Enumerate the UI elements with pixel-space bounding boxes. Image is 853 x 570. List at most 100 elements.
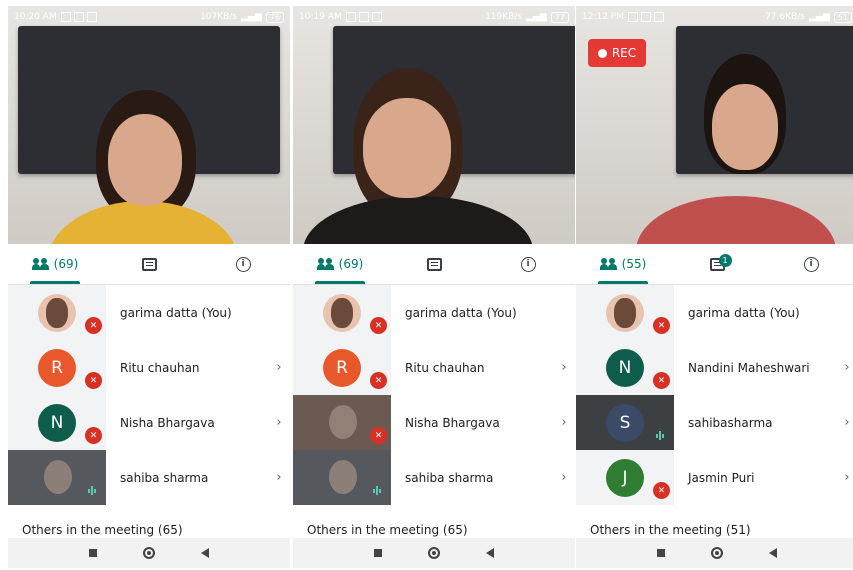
speaking-indicator-icon	[88, 486, 100, 495]
participant-thumbnail: R ✕	[293, 340, 391, 395]
back-button[interactable]	[201, 548, 209, 558]
tab-info[interactable]: i	[764, 244, 853, 284]
participant-thumbnail	[293, 450, 391, 505]
participant-row[interactable]: R ✕ Ritu chauhan ›	[8, 340, 290, 395]
speaker-face	[363, 98, 451, 198]
participant-row[interactable]: R ✕ Ritu chauhan ›	[293, 340, 575, 395]
chevron-right-icon[interactable]: ›	[553, 470, 575, 485]
mic-off-icon: ✕	[85, 372, 102, 389]
participant-list: ✕ garima datta (You) R ✕ Ritu chauhan › N ✕ Nish…	[8, 285, 290, 505]
meeting-tabs: (69) i	[293, 244, 575, 285]
participant-thumbnail: S	[576, 395, 674, 450]
back-button[interactable]	[486, 548, 494, 558]
home-button[interactable]	[711, 547, 723, 559]
status-time: 10:20 AM	[14, 12, 57, 22]
participant-avatar: N	[606, 348, 644, 387]
mic-off-icon: ✕	[370, 427, 387, 444]
participant-thumbnail: N ✕	[8, 395, 106, 450]
home-button[interactable]	[428, 547, 440, 559]
participant-row[interactable]: ✕ garima datta (You)	[8, 285, 290, 340]
network-speed: 77.6KB/s	[765, 12, 806, 22]
others-in-meeting-header: Others in the meeting (51)	[590, 523, 751, 537]
chevron-right-icon[interactable]: ›	[553, 415, 575, 430]
participant-name: sahiba sharma	[120, 470, 209, 485]
participant-thumbnail: ✕	[293, 395, 391, 450]
chevron-right-icon[interactable]: ›	[268, 415, 290, 430]
participant-row[interactable]: N ✕ Nandini Maheshwari ›	[576, 340, 853, 395]
participant-row[interactable]: Ssahibasharma ›	[576, 395, 853, 450]
main-video[interactable]	[293, 6, 575, 244]
tab-people[interactable]: (69)	[8, 244, 102, 284]
participant-row[interactable]: ✕ garima datta (You)	[293, 285, 575, 340]
participant-video-face	[329, 460, 357, 494]
speaker-face	[712, 84, 778, 170]
avatar-letter: S	[619, 412, 631, 433]
android-nav-bar	[293, 538, 575, 568]
participant-list: ✕ garima datta (You) N ✕ Nandini Maheshwari ›…	[576, 285, 853, 505]
participant-thumbnail: N ✕	[576, 340, 674, 395]
chevron-right-icon[interactable]: ›	[268, 470, 290, 485]
meet-phone-3: 12:12 PM 77.6KB/s ▂▄▆ 51 REC (55) 1 i ✕ garima da…	[576, 6, 853, 568]
chevron-right-icon[interactable]: ›	[836, 360, 853, 375]
participant-name: Nisha Bhargava	[120, 415, 215, 430]
participant-list: ✕ garima datta (You) R ✕ Ritu chauhan › ✕ Nisha…	[293, 285, 575, 505]
mic-off-icon: ✕	[653, 317, 670, 334]
app-icon	[654, 12, 664, 22]
mic-off-icon: ✕	[653, 372, 670, 389]
participant-name: Nandini Maheshwari	[688, 360, 810, 375]
network-speed: 119KB/s	[485, 12, 523, 22]
participant-row[interactable]: sahiba sharma ›	[8, 450, 290, 505]
chevron-right-icon[interactable]: ›	[553, 360, 575, 375]
info-icon: i	[803, 256, 819, 272]
participant-row[interactable]: sahiba sharma ›	[293, 450, 575, 505]
notification-icon	[60, 12, 71, 22]
people-count: (69)	[338, 257, 364, 271]
mic-off-icon: ✕	[85, 427, 102, 444]
speaking-indicator-icon	[373, 486, 385, 495]
meeting-tabs: (55) 1 i	[576, 244, 853, 285]
status-right: 107KB/s ▂▄▆ 76	[200, 11, 284, 23]
recents-button[interactable]	[89, 549, 97, 557]
avatar-letter: R	[51, 357, 63, 378]
back-button[interactable]	[769, 548, 777, 558]
participant-row[interactable]: ✕ garima datta (You)	[576, 285, 853, 340]
info-icon: i	[235, 256, 251, 272]
avatar-letter: N	[50, 412, 64, 433]
signal-icon: ▂▄▆	[241, 12, 262, 22]
participant-row[interactable]: ✕ Nisha Bhargava ›	[293, 395, 575, 450]
record-dot-icon	[597, 48, 607, 58]
tab-info[interactable]: i	[481, 244, 575, 284]
recents-button[interactable]	[657, 549, 665, 557]
avatar-photo	[331, 297, 353, 328]
others-in-meeting-header: Others in the meeting (65)	[22, 523, 183, 537]
main-video[interactable]	[8, 6, 290, 244]
participant-avatar	[38, 293, 76, 332]
avatar-letter: R	[336, 357, 348, 378]
avatar-photo	[46, 297, 68, 328]
participant-video-face	[329, 405, 357, 439]
chat-badge: 1	[718, 253, 732, 267]
chat-icon	[426, 257, 442, 271]
chevron-right-icon[interactable]: ›	[268, 360, 290, 375]
tab-chat[interactable]	[387, 244, 481, 284]
recording-badge: REC	[588, 39, 646, 67]
chevron-right-icon[interactable]: ›	[836, 415, 853, 430]
tab-people[interactable]: (69)	[293, 244, 387, 284]
mic-off-icon: ✕	[85, 317, 102, 334]
home-button[interactable]	[143, 547, 155, 559]
tab-chat[interactable]: 1	[670, 244, 764, 284]
tab-people[interactable]: (55)	[576, 244, 670, 284]
participant-row[interactable]: N ✕ Nisha Bhargava ›	[8, 395, 290, 450]
chevron-right-icon[interactable]: ›	[836, 470, 853, 485]
tab-info[interactable]: i	[196, 244, 290, 284]
participant-video-face	[44, 460, 72, 494]
participant-thumbnail: R ✕	[8, 340, 106, 395]
android-nav-bar	[8, 538, 290, 568]
participant-name: garima datta (You)	[688, 305, 800, 320]
participant-row[interactable]: J ✕ Jasmin Puri ›	[576, 450, 853, 505]
tab-chat[interactable]	[102, 244, 196, 284]
participant-avatar	[606, 293, 644, 332]
chat-icon	[141, 257, 157, 271]
recents-button[interactable]	[374, 549, 382, 557]
participant-thumbnail: ✕	[8, 285, 106, 340]
